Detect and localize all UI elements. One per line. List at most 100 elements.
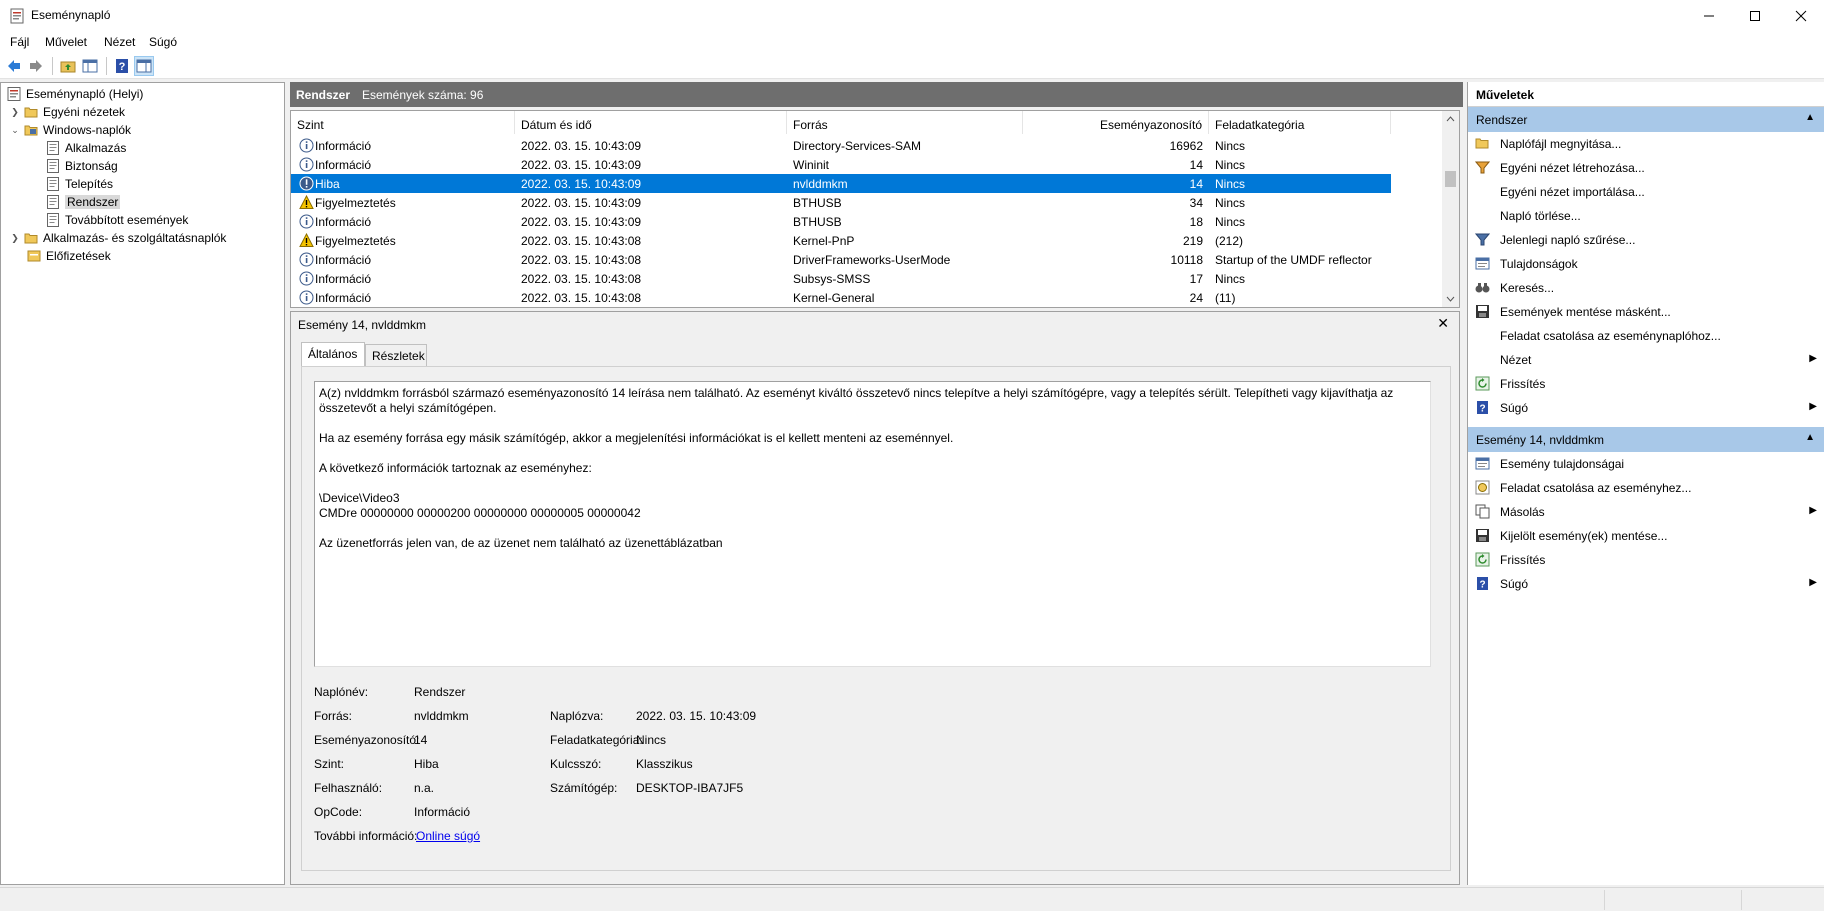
show-action-pane-button[interactable]	[134, 56, 154, 76]
tree-item-setup[interactable]: Telepítés	[46, 175, 113, 193]
table-row[interactable]: Információ 2022. 03. 15. 10:43:09 BTHUSB…	[291, 212, 1391, 231]
menu-action[interactable]: Művelet	[45, 35, 87, 49]
action-label: Naplófájl megnyitása...	[1500, 137, 1622, 151]
action-event-properties[interactable]: Esemény tulajdonságai	[1468, 452, 1824, 476]
action-clear-log[interactable]: Napló törlése...	[1468, 204, 1824, 228]
tab-details[interactable]: Részletek	[365, 344, 427, 366]
action-properties[interactable]: Tulajdonságok	[1468, 252, 1824, 276]
back-button[interactable]	[4, 56, 24, 76]
cell-date: 2022. 03. 15. 10:43:09	[521, 139, 642, 153]
tree-item-security[interactable]: Biztonság	[46, 157, 118, 175]
filter-icon	[1475, 161, 1490, 174]
column-header-source[interactable]: Forrás	[787, 111, 1023, 134]
action-help-event[interactable]: ? Súgó ▶	[1468, 572, 1824, 596]
cell-level: Információ	[315, 215, 372, 229]
cell-level: Információ	[315, 291, 372, 305]
value-task-category: Nincs	[636, 733, 667, 747]
action-create-custom-view[interactable]: Egyéni nézet létrehozása...	[1468, 156, 1824, 180]
action-find[interactable]: Keresés...	[1468, 276, 1824, 300]
action-save-events-as[interactable]: Események mentése másként...	[1468, 300, 1824, 324]
action-help[interactable]: ? Súgó ▶	[1468, 396, 1824, 420]
forward-button[interactable]	[26, 56, 46, 76]
value-event-id: 14	[414, 733, 428, 747]
table-row[interactable]: Információ 2022. 03. 15. 10:43:09 Winini…	[291, 155, 1391, 174]
tree-item-subscriptions[interactable]: Előfizetések	[27, 247, 111, 265]
table-row[interactable]: Információ 2022. 03. 15. 10:43:08 Kernel…	[291, 288, 1391, 307]
action-import-custom-view[interactable]: Egyéni nézet importálása...	[1468, 180, 1824, 204]
tree-item-system[interactable]: Rendszer	[46, 193, 121, 211]
tree-item-windows-logs[interactable]: ⌄ Windows-naplók	[9, 121, 131, 139]
up-folder-button[interactable]	[58, 56, 78, 76]
cell-event-id: 14	[1189, 158, 1203, 172]
action-attach-task-to-event[interactable]: Feladat csatolása az eseményhez...	[1468, 476, 1824, 500]
tree-item-custom-views[interactable]: ❯ Egyéni nézetek	[9, 103, 125, 121]
table-row[interactable]: Információ 2022. 03. 15. 10:43:09 Direct…	[291, 136, 1391, 155]
column-header-level[interactable]: Szint	[291, 111, 515, 134]
cell-source: nvlddmkm	[793, 177, 848, 191]
scrollbar-graphic	[1445, 116, 1456, 302]
table-row[interactable]: Információ 2022. 03. 15. 10:43:08 Driver…	[291, 250, 1391, 269]
action-open-log[interactable]: Naplófájl megnyitása...	[1468, 132, 1824, 156]
value-user: n.a.	[414, 781, 435, 795]
tab-general[interactable]: Általános	[301, 342, 365, 366]
column-header-task-category[interactable]: Feladatkategória	[1209, 111, 1391, 134]
action-refresh[interactable]: Frissítés	[1468, 372, 1824, 396]
close-button[interactable]	[1778, 0, 1824, 31]
cell-category: Nincs	[1215, 177, 1246, 191]
online-help-link[interactable]: Online súgó	[416, 829, 480, 843]
action-refresh-event[interactable]: Frissítés	[1468, 548, 1824, 572]
tree-item-app-service-logs[interactable]: ❯ Alkalmazás- és szolgáltatásnaplók	[9, 229, 226, 247]
toolbar: ?	[0, 53, 1824, 79]
action-attach-task-to-log[interactable]: Feladat csatolása az eseménynaplóhoz...	[1468, 324, 1824, 348]
menu-view[interactable]: Nézet	[104, 35, 135, 49]
action-save-selected-events[interactable]: Kijelölt esemény(ek) mentése...	[1468, 524, 1824, 548]
actions-group-header-event[interactable]: Esemény 14, nvlddmkm ▲	[1468, 427, 1824, 452]
column-header-date[interactable]: Dátum és idő	[515, 111, 787, 134]
action-filter-current-log[interactable]: Jelenlegi napló szűrése...	[1468, 228, 1824, 252]
close-icon	[1795, 10, 1807, 21]
table-row[interactable]: Információ 2022. 03. 15. 10:43:08 Subsys…	[291, 269, 1391, 288]
tree-item-label: Alkalmazás- és szolgáltatásnaplók	[43, 231, 227, 245]
table-row-selected[interactable]: Hiba 2022. 03. 15. 10:43:09 nvlddmkm 14 …	[291, 174, 1391, 193]
event-list-scrollbar[interactable]	[1442, 111, 1459, 307]
log-header: Rendszer Események száma: 96	[290, 82, 1463, 107]
tree-root[interactable]: Eseménynapló (Helyi)	[7, 85, 143, 103]
error-icon	[299, 176, 314, 191]
cell-category: Nincs	[1215, 158, 1246, 172]
tree-item-application[interactable]: Alkalmazás	[46, 139, 126, 157]
tree-item-forwarded-events[interactable]: Továbbított események	[46, 211, 188, 229]
actions-title: Műveletek	[1468, 82, 1824, 107]
cell-event-id: 16962	[1169, 139, 1203, 153]
action-label: Esemény tulajdonságai	[1500, 457, 1625, 471]
maximize-button[interactable]	[1732, 0, 1778, 31]
expand-chevron-icon[interactable]: ❯	[9, 233, 21, 244]
collapse-caret-icon[interactable]: ▲	[1805, 112, 1815, 123]
minimize-button[interactable]	[1686, 0, 1732, 31]
event-message-box[interactable]: A(z) nvlddmkm forrásból származó esemény…	[314, 381, 1431, 667]
log-icon	[47, 195, 59, 209]
collapse-chevron-icon[interactable]: ⌄	[9, 125, 21, 136]
tree-root-label: Eseménynapló (Helyi)	[26, 87, 144, 101]
menu-file[interactable]: Fájl	[10, 35, 29, 49]
label-user: Felhasználó:	[314, 781, 383, 795]
label-source: Forrás:	[314, 709, 353, 723]
help-icon: ?	[116, 59, 128, 73]
properties-icon	[1475, 457, 1490, 470]
window-title: Eseménynapló	[31, 8, 111, 22]
collapse-caret-icon[interactable]: ▲	[1805, 432, 1815, 443]
cell-source: BTHUSB	[793, 215, 842, 229]
table-row[interactable]: Figyelmeztetés 2022. 03. 15. 10:43:08 Ke…	[291, 231, 1391, 250]
show-hide-tree-button[interactable]	[80, 56, 100, 76]
detail-close-icon[interactable]: ✕	[1437, 315, 1449, 332]
expand-chevron-icon[interactable]: ❯	[9, 107, 21, 118]
help-button[interactable]: ?	[112, 56, 132, 76]
svg-text:?: ?	[1479, 580, 1485, 591]
action-copy[interactable]: Másolás ▶	[1468, 500, 1824, 524]
table-row[interactable]: Figyelmeztetés 2022. 03. 15. 10:43:09 BT…	[291, 193, 1391, 212]
menu-help[interactable]: Súgó	[149, 35, 177, 49]
log-icon	[47, 177, 59, 191]
action-view[interactable]: Nézet ▶	[1468, 348, 1824, 372]
actions-group-header-system[interactable]: Rendszer ▲	[1468, 107, 1824, 132]
column-header-event-id[interactable]: Eseményazonosító	[1023, 111, 1209, 134]
copy-icon	[1475, 504, 1490, 519]
